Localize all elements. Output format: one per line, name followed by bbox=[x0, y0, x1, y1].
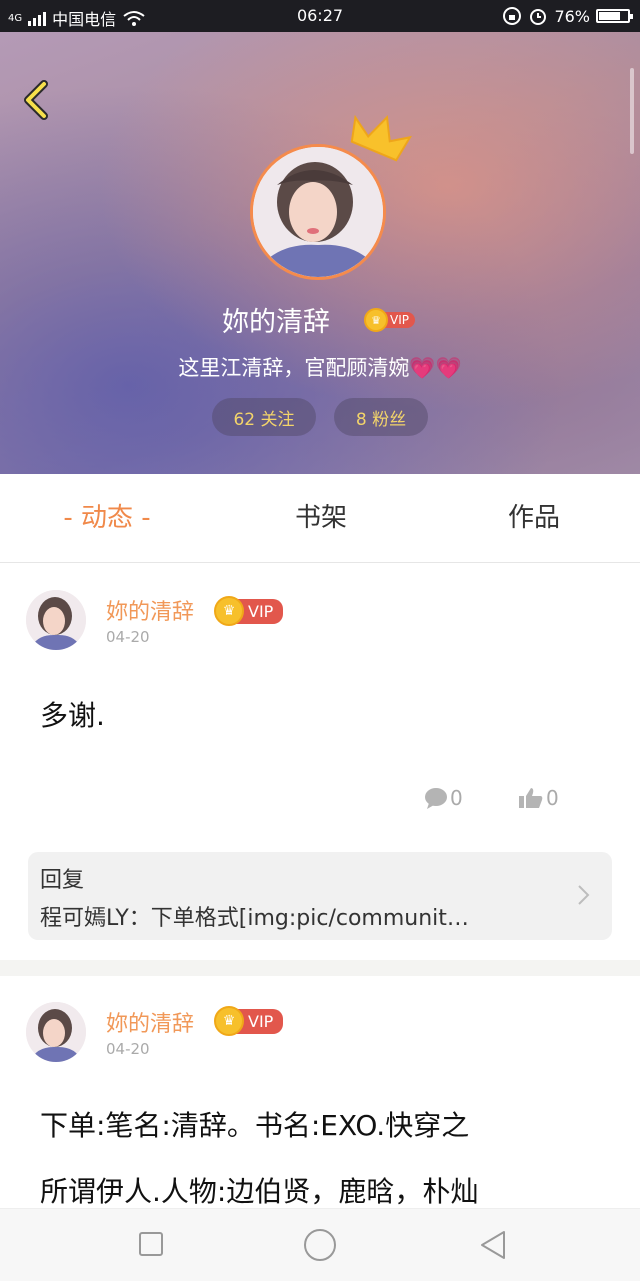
profile-username: 妳的清辞 bbox=[222, 307, 330, 338]
post-text-line-1: 下单:笔名:清辞。书名:EXO.快穿之 bbox=[40, 1109, 470, 1142]
tab-works[interactable]: 作品 bbox=[428, 474, 640, 562]
battery-percent: 76% bbox=[554, 6, 590, 26]
back-arrow-icon[interactable] bbox=[18, 78, 58, 122]
status-bar: 4G 中国电信 06:27 76% bbox=[0, 0, 640, 32]
profile-header: 妳的清辞 ♛ VIP 这里江清辞，官配顾清婉💗💗 62 关注 8 粉丝 bbox=[0, 32, 640, 474]
vip-badge: ♛ VIP bbox=[214, 596, 284, 626]
system-nav-bar bbox=[0, 1208, 640, 1281]
profile-tabs: - 动态 - 书架 作品 bbox=[0, 474, 640, 563]
post-author[interactable]: 妳的清辞 bbox=[106, 594, 194, 626]
following-count[interactable]: 62 关注 bbox=[212, 398, 316, 436]
circle-nav-icon[interactable] bbox=[303, 1228, 337, 1262]
status-right: 76% bbox=[502, 6, 633, 26]
followers-label: 8 粉丝 bbox=[355, 409, 407, 430]
battery-fill bbox=[599, 12, 621, 20]
vip-badge: ♛ VIP bbox=[364, 308, 415, 332]
reply-preview[interactable]: 回复 程可嫣LY：下单格式[img:pic/communit… bbox=[28, 852, 612, 940]
comment-icon bbox=[425, 788, 447, 809]
avatar-illustration bbox=[26, 1002, 86, 1062]
like-button[interactable]: 0 bbox=[518, 786, 559, 810]
tab-bookshelf[interactable]: 书架 bbox=[214, 474, 428, 562]
rotation-lock-icon bbox=[503, 7, 522, 25]
post-avatar[interactable] bbox=[26, 590, 86, 650]
alarm-icon bbox=[530, 9, 547, 25]
thumbs-up-icon bbox=[519, 788, 543, 808]
reply-title: 回复 bbox=[40, 868, 85, 893]
vip-crown-icon: ♛ bbox=[364, 308, 388, 332]
vip-crown-icon: ♛ bbox=[214, 1006, 244, 1036]
scroll-indicator bbox=[630, 68, 634, 154]
post-divider bbox=[0, 960, 640, 976]
avatar-illustration bbox=[26, 590, 86, 650]
post-avatar[interactable] bbox=[26, 1002, 86, 1062]
like-count: 0 bbox=[546, 786, 559, 810]
reply-text: 程可嫣LY：下单格式[img:pic/communit… bbox=[40, 906, 469, 931]
post-text: 多谢. bbox=[40, 699, 105, 732]
crown-icon bbox=[350, 114, 412, 162]
post-date: 04-20 bbox=[106, 1040, 150, 1058]
chevron-right-icon bbox=[578, 885, 590, 905]
vip-badge: ♛ VIP bbox=[214, 1006, 284, 1036]
square-nav-icon[interactable] bbox=[138, 1231, 164, 1257]
comment-count: 0 bbox=[450, 786, 463, 810]
post-author[interactable]: 妳的清辞 bbox=[106, 1006, 194, 1038]
tab-activity[interactable]: - 动态 - bbox=[0, 474, 214, 562]
followers-count[interactable]: 8 粉丝 bbox=[334, 398, 428, 436]
vip-crown-icon: ♛ bbox=[214, 596, 244, 626]
profile-bio: 这里江清辞，官配顾清婉💗💗 bbox=[178, 356, 462, 380]
triangle-back-nav-icon[interactable] bbox=[478, 1229, 508, 1261]
post-date: 04-20 bbox=[106, 628, 150, 646]
comment-button[interactable]: 0 bbox=[424, 786, 463, 810]
post-text-line-2: 所谓伊人.人物:边伯贤，鹿晗，朴灿 bbox=[40, 1175, 479, 1208]
following-label: 62 关注 bbox=[233, 409, 295, 430]
battery-icon bbox=[596, 9, 633, 23]
